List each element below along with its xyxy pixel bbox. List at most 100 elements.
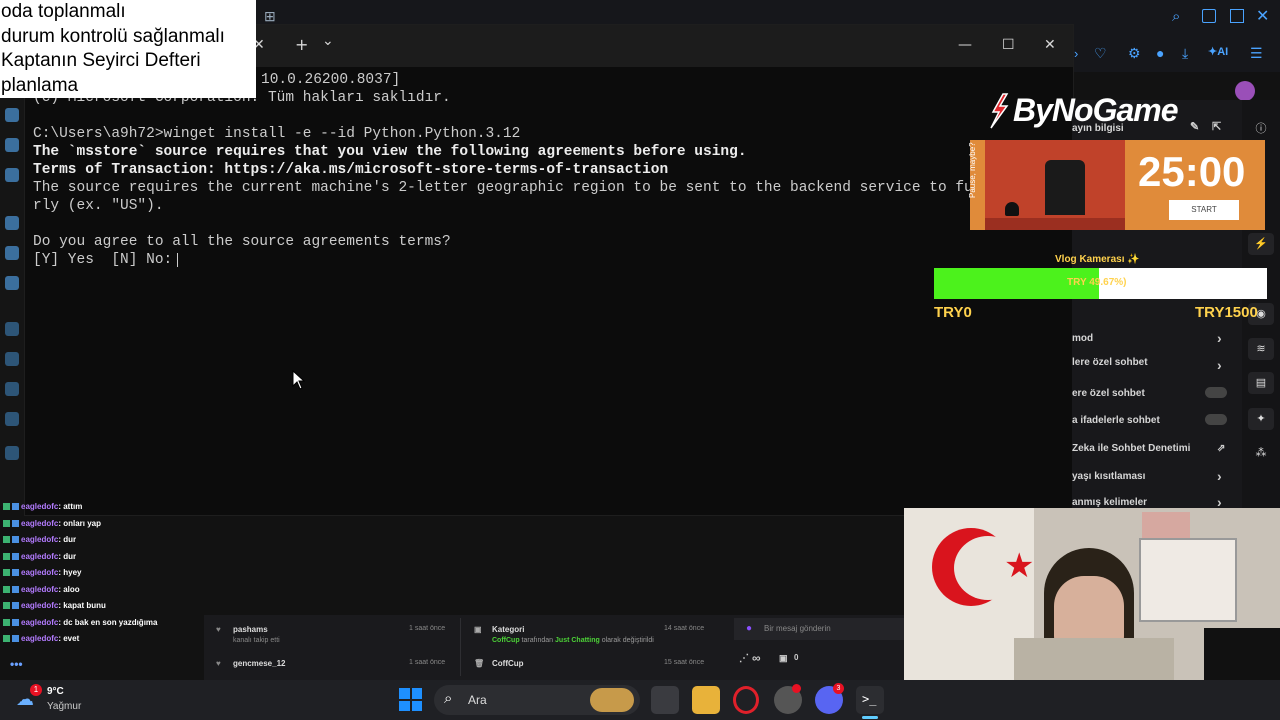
text-cursor [177,253,178,267]
sub-badge-icon [12,552,19,560]
rail-icon[interactable] [5,412,19,426]
bolt-icon[interactable]: ⚡ [1248,233,1274,255]
rail-icon[interactable] [5,108,19,122]
info-icon[interactable]: ⓘ [1248,118,1274,140]
settings-icon[interactable] [5,446,19,460]
settings-item[interactable]: ere özel sohbet [1072,385,1242,405]
maximize-button[interactable]: ☐ [1002,37,1015,53]
chat-text: : onları yap [58,518,102,528]
timer-start-button[interactable]: START [1169,200,1239,220]
chat-message: eagledofc: aloo [3,585,80,602]
edit-icon[interactable]: ✎ [1190,120,1199,133]
follower-name[interactable]: gencmese_12 [233,659,285,668]
puzzle-icon[interactable]: ⚙ [1128,45,1141,62]
divider [460,618,461,676]
toggle-switch[interactable] [1205,387,1227,398]
search-icon[interactable]: ⌕ [1172,8,1180,25]
rail-icon[interactable] [5,138,19,152]
mouse-cursor-icon [292,370,306,390]
taskbar-search[interactable]: ⌕ Ara [434,685,640,715]
sub-badge-icon [12,585,19,593]
profile-icon[interactable]: ● [1156,45,1164,61]
close-button[interactable]: ✕ [1044,37,1056,53]
opera-gx-icon[interactable] [733,686,759,714]
forward-icon[interactable]: › [1074,46,1078,61]
x-icon[interactable] [5,246,19,260]
chat-username[interactable]: eagledofc [21,585,58,594]
tab-dropdown-icon[interactable]: ⌄ [322,33,334,49]
todo-notes: oda toplanmalı durum kontrolü sağlanmalı… [0,0,256,98]
category-icon: ▣ [474,625,482,634]
chat-username[interactable]: eagledofc [21,535,58,544]
heart-icon[interactable]: ♡ [1094,45,1107,62]
settings-item[interactable]: mod › [1072,330,1242,350]
raid-name[interactable]: CoffCup [492,659,524,668]
start-tile [399,700,410,711]
minimize-button[interactable]: — [958,37,972,53]
sub-badge-icon [12,503,19,511]
settings-item[interactable]: a ifadelerle sohbet [1072,412,1242,432]
toggle-switch[interactable] [1205,414,1227,425]
viewers-icon: ⋰ [739,653,749,664]
chat-overlay: eagledofc: attım eagledofc: onları yap eag… [0,500,204,650]
settings-item-label: yaşı kısıtlaması [1072,471,1146,482]
terminal-output[interactable]: 10.0.26200.8037] (c) Microsoft Corporatio… [33,71,1073,269]
popout-icon[interactable]: ⇱ [1212,120,1221,133]
weather-temp[interactable]: 9°C [47,686,64,697]
file-explorer-icon[interactable] [692,686,720,714]
history-icon[interactable] [5,382,19,396]
twitch-icon[interactable] [5,216,19,230]
rail-icon[interactable] [5,168,19,182]
start-button[interactable] [399,688,422,711]
category-change-text: CoffCup tarafından Just Chatting olarak … [492,637,654,644]
avatar[interactable] [1235,81,1255,101]
pomodoro-timer: Pause, maybe? 25:00 START [968,140,1265,230]
note-line: oda toplanmalı [1,1,126,22]
weather-desc[interactable]: Yağmur [47,701,81,712]
task-view-icon[interactable] [651,686,679,714]
minimize-icon[interactable] [1202,9,1216,23]
print-icon[interactable]: ▤ [1248,372,1274,394]
restore-icon[interactable] [1230,9,1244,23]
chat-message-input[interactable]: ● Bir mesaj gönderin [734,618,904,640]
rail-icon[interactable] [5,352,19,366]
mod-badge-icon [3,519,10,527]
category-game[interactable]: Just Chatting [555,637,600,644]
rail-icon[interactable] [5,276,19,290]
mic-icon[interactable]: ● [746,623,752,634]
settings-item-label: a ifadelerle sohbet [1072,415,1160,426]
settings-item[interactable]: yaşı kısıtlaması › [1072,468,1242,488]
chat-username[interactable]: eagledofc [21,618,58,627]
menu-icon[interactable]: ☰ [1250,45,1263,62]
terminal-line: Terms of Transaction: https://aka.ms/mic… [33,162,669,178]
sub-badge-icon [12,569,19,577]
rail-icon[interactable] [5,322,19,336]
chat-username[interactable]: eagledofc [21,519,58,528]
share-icon[interactable]: ⁂ [1248,442,1274,464]
terminal-line: The source requires the current machine'… [33,180,999,196]
signal-icon[interactable]: ≋ [1248,338,1274,360]
close-icon[interactable]: ✕ [1256,6,1269,26]
chat-username[interactable]: eagledofc [21,552,58,561]
search-icon: ⌕ [444,690,453,707]
follower-name[interactable]: pashams [233,625,268,634]
ai-icon[interactable]: ✦AI [1208,45,1228,58]
new-tab-button[interactable]: + [295,35,308,54]
donation-progress-bar: TRY 49.67%) [934,268,1267,299]
chat-username[interactable]: eagledofc [21,634,58,643]
new-tab-icon[interactable]: ⊞ [264,8,276,25]
wrench-icon[interactable]: ✦ [1248,408,1274,430]
chat-username[interactable]: eagledofc [21,568,58,577]
terminal-icon[interactable]: >_ [856,686,884,714]
chat-username[interactable]: eagledofc [21,502,58,511]
settings-item[interactable]: lere özel sohbet › [1072,354,1242,374]
settings-item[interactable]: Zeka ile Sohbet Denetimi ⇗ [1072,440,1242,460]
category-user[interactable]: CoffCup [492,637,520,644]
active-indicator [862,716,878,719]
more-options-icon[interactable]: ••• [10,657,23,671]
chat-username[interactable]: eagledofc [21,601,58,610]
download-icon[interactable]: ⤓ [1182,45,1188,62]
terminal-line: rly (ex. "US"). [33,198,164,214]
